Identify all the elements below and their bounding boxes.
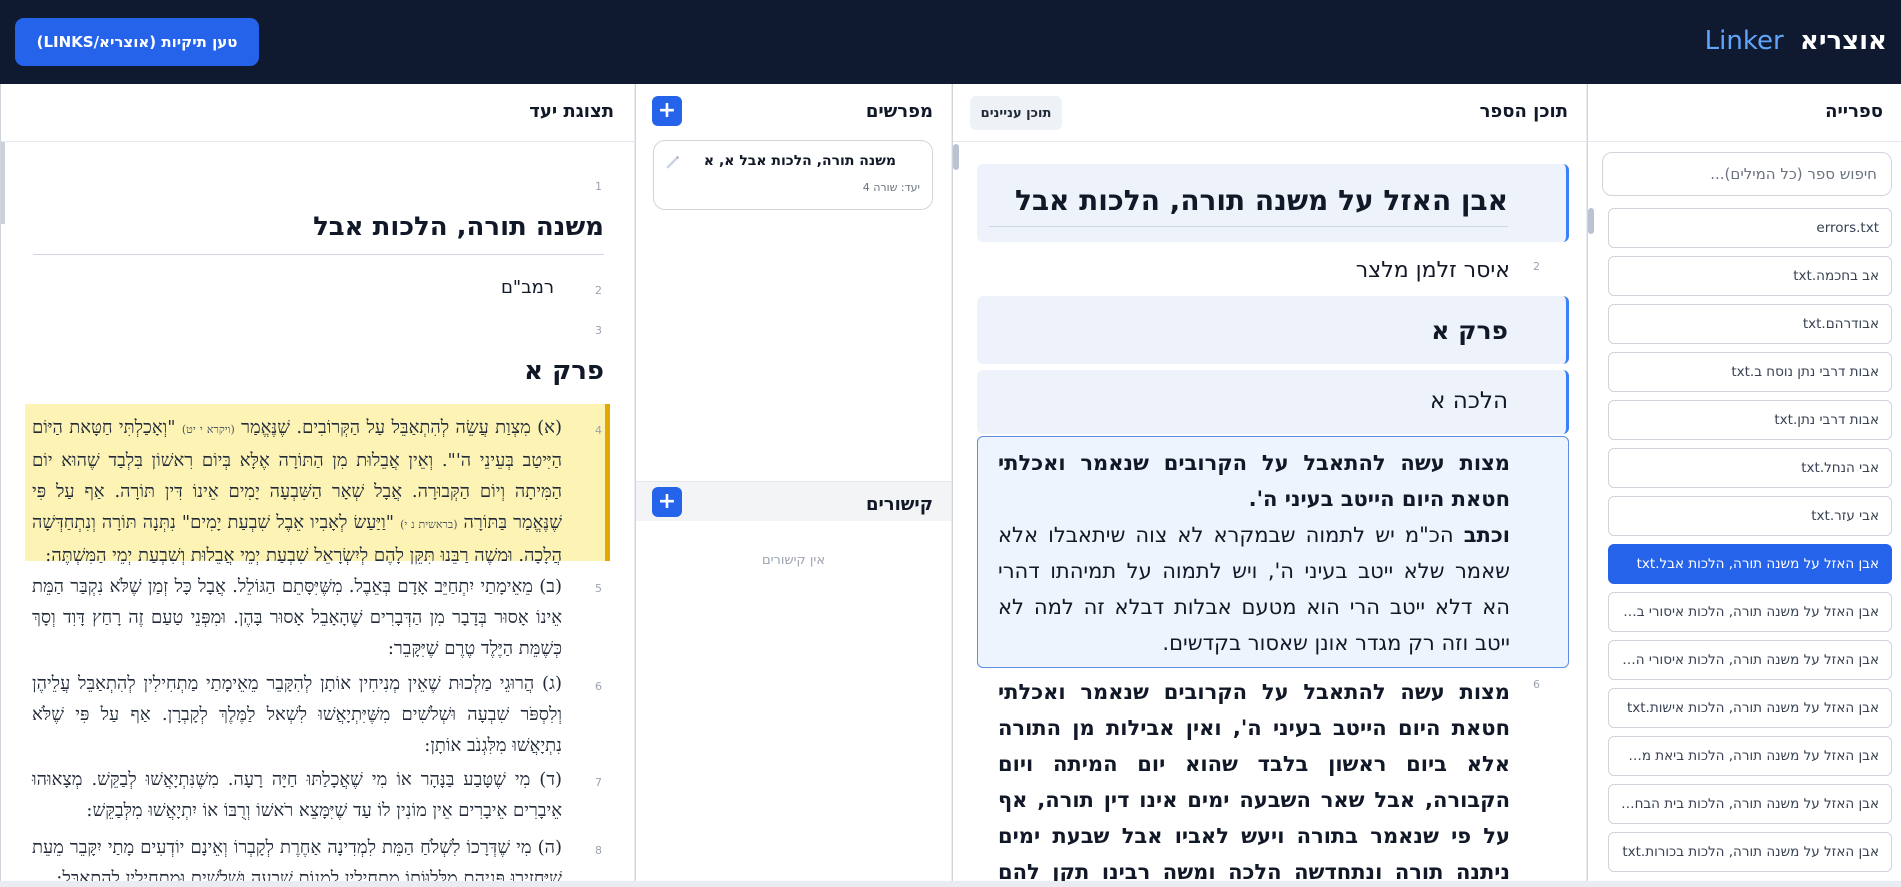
- target-scrollbar[interactable]: [1, 142, 5, 224]
- target-paragraph-4: (א) מִצְוַת עֲשֵׂה לְהִתְאַבֵּל עַל הַקְ…: [32, 412, 562, 571]
- book-title: תוכן הספר: [1479, 101, 1568, 122]
- library-header: ספרייה: [1588, 84, 1901, 142]
- book-line-1[interactable]: 1 אבן האזל על משנה תורה, הלכות אבל: [977, 164, 1569, 242]
- library-item[interactable]: אבן האזל על משנה תורה, הלכות בכורות.txt: [1608, 832, 1892, 872]
- library-panel: ספרייה errors.txt אב בחכמה.txt אבודרהם.t…: [1587, 84, 1901, 881]
- book-line-4[interactable]: 4 הלכה א: [977, 370, 1569, 434]
- library-search-input[interactable]: [1602, 152, 1892, 196]
- book-line-5-selected[interactable]: 5 מצות עשה להתאבל על הקרובים שנאמר ואכלת…: [977, 436, 1569, 668]
- target-paragraph-6[interactable]: (ג) הֲרוּגֵי מַלְכוּת שֶׁאֵין מְנִיחִין …: [32, 668, 562, 761]
- target-header: תצוגת יעד: [1, 84, 634, 142]
- target-author: רמב"ם: [500, 277, 554, 298]
- links-title: קישורים: [865, 494, 933, 515]
- library-item[interactable]: אבן האזל על משנה תורה, הלכות איסורי ביאה…: [1608, 592, 1892, 632]
- book-scrollbar[interactable]: [953, 144, 959, 170]
- commentaries-title: מפרשים: [865, 101, 933, 122]
- line-number: 7: [595, 776, 602, 789]
- brand-main: אוצריא: [1799, 26, 1887, 56]
- add-commentary-button[interactable]: +: [652, 96, 682, 126]
- pencil-icon[interactable]: [664, 153, 682, 171]
- library-item[interactable]: אבודרהם.txt: [1608, 304, 1892, 344]
- library-item[interactable]: אבן האזל על משנה תורה, הלכות בית הבחירה.…: [1608, 784, 1892, 824]
- book-line-6[interactable]: 6 מצות עשה להתאבל על הקרובים שנאמר ואכלת…: [953, 674, 1586, 881]
- book-author: איסר זלמן מלצר: [1355, 258, 1510, 283]
- paragraph-text: (א) מִצְוַת עֲשֵׂה לְהִתְאַבֵּל עַל הַקְ…: [234, 417, 562, 438]
- library-scrollbar[interactable]: [1588, 208, 1594, 234]
- paragraph-rest: הכ"מ יש לתמוה שבמקרא לא צוה שיתאבלו אלא …: [998, 523, 1510, 655]
- title-divider: [33, 254, 604, 255]
- verse-reference: (ויקרא י יט): [181, 423, 235, 436]
- line-number: 6: [1533, 678, 1540, 691]
- library-item[interactable]: אבי הנחל.txt: [1608, 448, 1892, 488]
- load-folders-button[interactable]: טען תיקיות (אוצריא/LINKS): [15, 18, 259, 66]
- line-number: 5: [595, 582, 602, 595]
- line-number: 4: [595, 424, 602, 437]
- line-number: 2: [1533, 260, 1540, 273]
- library-item[interactable]: errors.txt: [1608, 208, 1892, 248]
- library-item[interactable]: אבן האזל על משנה תורה, הלכות אישות.txt: [1608, 688, 1892, 728]
- book-line-3[interactable]: 3 פרק א: [977, 296, 1569, 364]
- book-line-2[interactable]: 2 איסר זלמן מלצר: [953, 250, 1586, 294]
- library-item[interactable]: אבי עזר.txt: [1608, 496, 1892, 536]
- line-number: 8: [595, 844, 602, 857]
- line-number: 1: [595, 180, 602, 193]
- target-doc-title: משנה תורה, הלכות אבל: [313, 212, 604, 242]
- target-view-panel: תצוגת יעד 1 משנה תורה, הלכות אבל 2 רמב"ם…: [0, 84, 634, 881]
- commentary-card-title: משנה תורה, הלכות אבל א, א: [703, 153, 896, 169]
- links-header: קישורים +: [636, 481, 951, 521]
- chapter-heading: פרק א: [1431, 316, 1508, 345]
- commentaries-panel: מפרשים + משנה תורה, הלכות אבל א, א יעד: …: [635, 84, 951, 881]
- verse-reference: (בראשית נ י): [400, 518, 458, 531]
- toc-button[interactable]: תוכן עניינים: [970, 96, 1062, 130]
- commentary-card[interactable]: משנה תורה, הלכות אבל א, א יעד: שורה 4: [653, 140, 933, 210]
- commentaries-header: מפרשים +: [636, 84, 951, 142]
- library-item[interactable]: אבן האזל על משנה תורה, הלכות ביאת מקדש.t…: [1608, 736, 1892, 776]
- selected-paragraph: מצות עשה להתאבל על הקרובים שנאמר ואכלתי …: [998, 445, 1510, 661]
- title-divider: [989, 226, 1508, 227]
- target-title: תצוגת יעד: [529, 101, 614, 122]
- halacha-heading: הלכה א: [1430, 388, 1508, 414]
- library-item[interactable]: אבות דרבי נתן נוסח ב.txt: [1608, 352, 1892, 392]
- commentary-card-target: יעד: שורה 4: [862, 181, 920, 194]
- library-item-selected[interactable]: אבן האזל על משנה תורה, הלכות אבל.txt: [1608, 544, 1892, 584]
- add-link-button[interactable]: +: [652, 487, 682, 517]
- target-paragraph-7[interactable]: (ד) מִי שֶׁטָּבַע בַּנָּהָר אוֹ מִי שֶׁא…: [32, 764, 562, 826]
- paragraph-lead: וכתב: [1463, 523, 1510, 547]
- links-empty-message: אין קישורים: [761, 553, 826, 568]
- target-paragraph-5[interactable]: (ב) מֵאֵימָתַי יִתְחַיֵּב אָדָם בְּאֵבֶל…: [32, 571, 562, 664]
- paragraph-text: מצות עשה להתאבל על הקרובים שנאמר ואכלתי …: [998, 680, 1510, 881]
- target-paragraph-8[interactable]: (ה) מִי שֶׁדְּרָכוֹ לִשְׁלֹחַ הַמֵּת לִמ…: [32, 832, 562, 881]
- library-list: errors.txt אב בחכמה.txt אבודרהם.txt אבות…: [1608, 208, 1892, 880]
- line-number: 6: [595, 680, 602, 693]
- book-header: תוכן הספר תוכן עניינים: [953, 84, 1586, 142]
- brand-sub: Linker: [1704, 26, 1784, 56]
- line-number: 3: [595, 324, 602, 337]
- paragraph-bold: מצות עשה להתאבל על הקרובים שנאמר ואכלתי …: [998, 451, 1510, 511]
- library-title: ספרייה: [1825, 101, 1883, 122]
- line-number: 2: [595, 284, 602, 297]
- library-item[interactable]: אבן האזל על משנה תורה, הלכות איסורי המזב…: [1608, 640, 1892, 680]
- book-heading: אבן האזל על משנה תורה, הלכות אבל: [1015, 184, 1508, 217]
- library-item[interactable]: אבות דרבי נתן.txt: [1608, 400, 1892, 440]
- target-chapter-heading: פרק א: [524, 356, 604, 386]
- top-bar: Linker אוצריא טען תיקיות (אוצריא/LINKS): [0, 0, 1901, 84]
- brand-logo: Linker אוצריא: [1705, 26, 1887, 60]
- library-item[interactable]: אב בחכמה.txt: [1608, 256, 1892, 296]
- book-content-panel: תוכן הספר תוכן עניינים 1 אבן האזל על משנ…: [952, 84, 1586, 881]
